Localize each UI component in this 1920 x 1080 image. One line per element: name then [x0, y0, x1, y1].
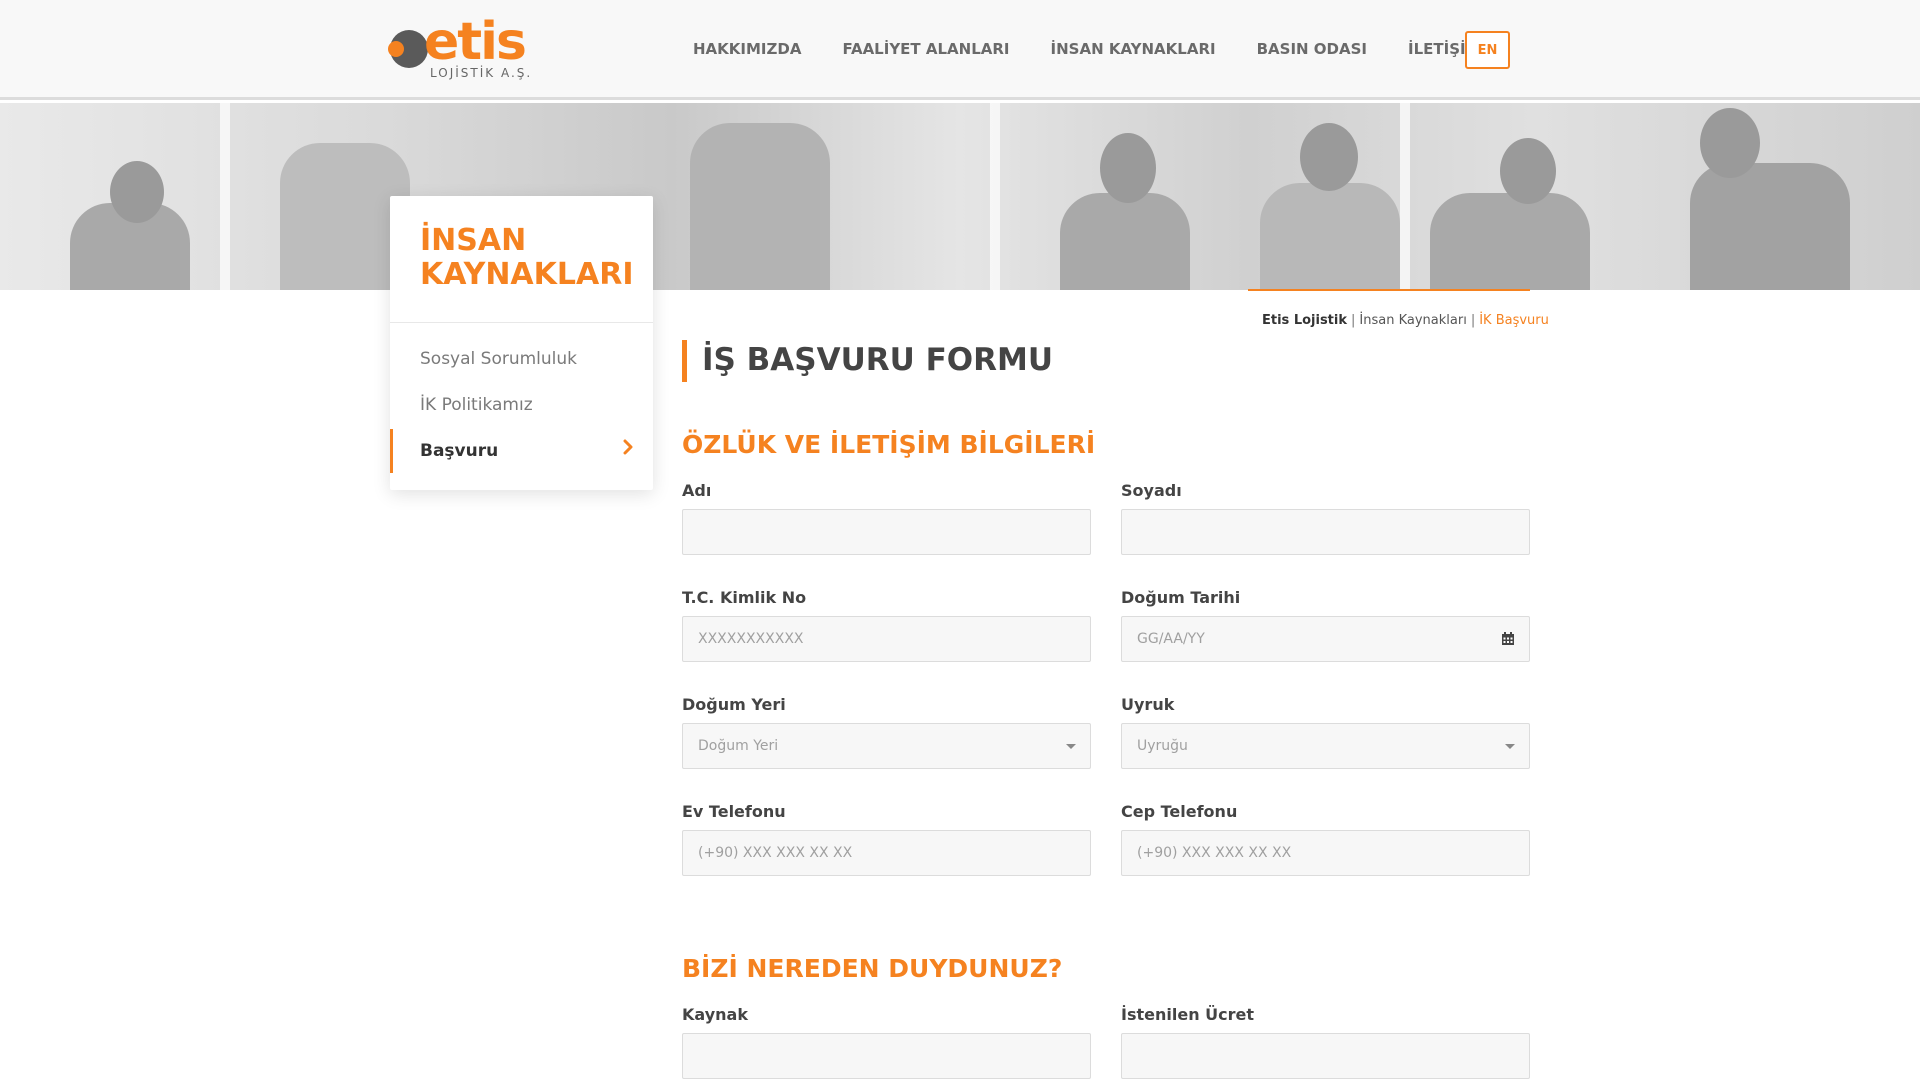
tc-no-input[interactable]: XXXXXXXXXXX — [682, 616, 1091, 662]
language-button[interactable]: EN — [1465, 31, 1510, 69]
first-name-input[interactable] — [682, 509, 1091, 555]
breadcrumb-separator: | — [1351, 313, 1356, 328]
banner-person — [1690, 163, 1850, 290]
breadcrumb: Etis Lojistik | İnsan Kaynakları | İK Başvur… — [1262, 313, 1549, 328]
sidebar-active-indicator — [390, 429, 393, 473]
home-phone-placeholder: (+90) XXX XXX XX XX — [698, 845, 853, 861]
logo-subtitle: LOJİSTİK A.Ş. — [430, 66, 533, 80]
section-title-source: BİZİ NEREDEN DUYDUNUZ? — [682, 954, 1063, 983]
sidebar-title: İNSAN KAYNAKLARI — [420, 223, 634, 292]
banner-window-frame — [1400, 103, 1410, 290]
tc-no-label: T.C. Kimlik No — [682, 588, 807, 607]
home-phone-input[interactable]: (+90) XXX XXX XX XX — [682, 830, 1091, 876]
first-name-label: Adı — [682, 481, 712, 500]
banner-person — [1260, 183, 1400, 290]
banner-window-frame — [990, 103, 1000, 290]
sidebar-card: İNSAN KAYNAKLARI Sosyal Sorumluluk İK Po… — [390, 196, 653, 490]
breadcrumb-separator: | — [1470, 313, 1476, 328]
banner-person — [1060, 193, 1190, 290]
page-title-accent — [682, 340, 687, 382]
banner-person — [1430, 193, 1590, 290]
banner-person-head — [1300, 123, 1358, 191]
nav-item-faaliyet-alanlari[interactable]: FAALİYET ALANLARI — [842, 40, 1009, 58]
page-title: İŞ BAŞVURU FORMU — [702, 342, 1054, 378]
section-title-personal: ÖZLÜK VE İLETİŞİM BİLGİLERİ — [682, 430, 1096, 459]
logo-wordmark: etis — [424, 12, 527, 72]
calendar-icon[interactable] — [1501, 632, 1515, 646]
sidebar-divider — [390, 322, 653, 323]
sidebar-item-basvuru[interactable]: Başvuru — [420, 441, 498, 461]
sidebar-item-sosyal-sorumluluk[interactable]: Sosyal Sorumluluk — [420, 349, 577, 369]
hero-banner-image — [0, 103, 1920, 290]
nav-item-insan-kaynaklari[interactable]: İNSAN KAYNAKLARI — [1051, 40, 1216, 58]
banner-person-head — [1700, 108, 1760, 178]
mobile-phone-input[interactable]: (+90) XXX XXX XX XX — [1121, 830, 1530, 876]
breadcrumb-item-current: İK Başvuru — [1479, 313, 1549, 328]
main-nav: HAKKIMIZDA FAALİYET ALANLARI İNSAN KAYNA… — [693, 40, 1522, 58]
birth-place-select[interactable]: Doğum Yeri — [682, 723, 1091, 769]
salary-input[interactable] — [1121, 1033, 1530, 1079]
salary-label: İstenilen Ücret — [1121, 1005, 1255, 1024]
accent-line — [1248, 289, 1530, 291]
mobile-phone-label: Cep Telefonu — [1121, 802, 1238, 821]
breadcrumb-item-ik[interactable]: İnsan Kaynakları — [1359, 313, 1466, 328]
nav-item-hakkimizda[interactable]: HAKKIMIZDA — [693, 40, 801, 58]
source-label: Kaynak — [682, 1005, 748, 1024]
sidebar-item-ik-politikamiz[interactable]: İK Politikamız — [420, 395, 533, 415]
nationality-label: Uyruk — [1121, 695, 1175, 714]
birth-place-label: Doğum Yeri — [682, 695, 786, 714]
banner-person-head — [1100, 133, 1156, 203]
banner-person-head — [1500, 138, 1556, 204]
dropdown-caret-icon — [1505, 744, 1515, 749]
birth-place-placeholder: Doğum Yeri — [698, 738, 779, 754]
tc-no-placeholder: XXXXXXXXXXX — [698, 631, 804, 647]
nationality-select[interactable]: Uyruğu — [1121, 723, 1530, 769]
source-input[interactable] — [682, 1033, 1091, 1079]
last-name-label: Soyadı — [1121, 481, 1182, 500]
last-name-input[interactable] — [1121, 509, 1530, 555]
breadcrumb-item-home[interactable]: Etis Lojistik — [1262, 313, 1347, 328]
dropdown-caret-icon — [1066, 744, 1076, 749]
birth-date-input[interactable]: GG/AA/YY — [1121, 616, 1530, 662]
logo-mark-icon — [388, 30, 428, 68]
birth-date-label: Doğum Tarihi — [1121, 588, 1241, 607]
site-header: etis LOJİSTİK A.Ş. HAKKIMIZDA FAALİYET A… — [0, 0, 1920, 100]
birth-date-placeholder: GG/AA/YY — [1137, 631, 1205, 647]
nationality-placeholder: Uyruğu — [1137, 738, 1188, 754]
etis-logo[interactable]: etis LOJİSTİK A.Ş. — [388, 12, 530, 82]
banner-person — [690, 123, 830, 290]
home-phone-label: Ev Telefonu — [682, 802, 786, 821]
chevron-right-icon — [623, 439, 633, 455]
nav-item-basin-odasi[interactable]: BASIN ODASI — [1257, 40, 1367, 58]
mobile-phone-placeholder: (+90) XXX XXX XX XX — [1137, 845, 1292, 861]
banner-window-frame — [220, 103, 230, 290]
banner-person-head — [110, 161, 164, 223]
